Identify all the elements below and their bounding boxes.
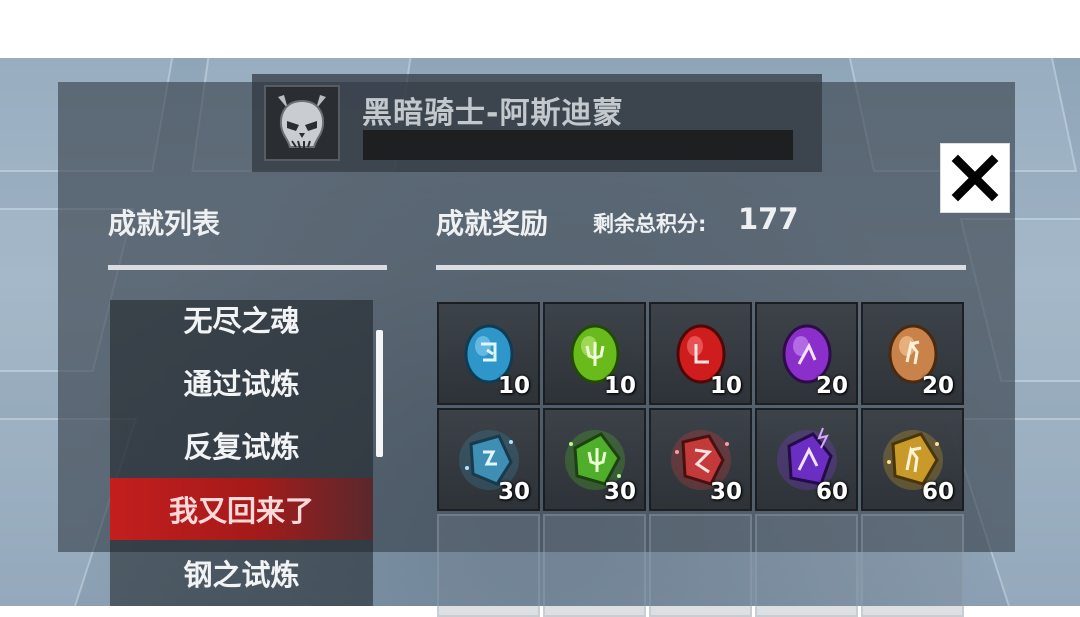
achievement-reward-title: 成就奖励 xyxy=(436,207,549,240)
close-icon xyxy=(951,154,999,202)
achievement-reward-divider xyxy=(436,265,966,270)
reward-count: 20 xyxy=(921,373,954,399)
reward-count: 60 xyxy=(815,479,848,505)
reward-slot[interactable]: 30 xyxy=(543,408,646,511)
reward-count: 20 xyxy=(815,373,848,399)
reward-slot[interactable]: 20 xyxy=(861,302,964,405)
reward-slot[interactable]: 60 xyxy=(861,408,964,511)
reward-slot-empty[interactable] xyxy=(543,514,646,617)
reward-slot-empty[interactable] xyxy=(437,514,540,617)
reward-slot[interactable]: 10 xyxy=(543,302,646,405)
reward-slot[interactable]: 30 xyxy=(437,408,540,511)
reward-slot-empty[interactable] xyxy=(649,514,752,617)
reward-count: 10 xyxy=(603,373,636,399)
achievement-list-scrollbar[interactable] xyxy=(376,330,383,457)
achievement-item-selected[interactable]: 我又回来了 xyxy=(110,478,373,540)
achievement-item[interactable]: 反复试炼 xyxy=(110,414,373,476)
demon-skull-icon xyxy=(278,95,326,149)
remaining-points-value: 177 xyxy=(738,202,799,236)
reward-slot[interactable]: 30 xyxy=(649,408,752,511)
boss-portrait xyxy=(264,85,340,161)
close-button[interactable] xyxy=(940,143,1010,213)
remaining-points-label: 剩余总积分: xyxy=(593,212,707,236)
boss-name: 黑暗骑士-阿斯迪蒙 xyxy=(362,96,624,131)
reward-slot-empty[interactable] xyxy=(755,514,858,617)
reward-slot[interactable]: 10 xyxy=(437,302,540,405)
boss-health-bar xyxy=(363,130,793,160)
reward-slot-empty[interactable] xyxy=(861,514,964,617)
reward-slot[interactable]: 20 xyxy=(755,302,858,405)
achievement-item[interactable]: 无尽之魂 xyxy=(110,300,373,350)
reward-slot[interactable]: 60 xyxy=(755,408,858,511)
achievement-list-divider xyxy=(108,265,387,270)
reward-count: 10 xyxy=(709,373,742,399)
reward-slot[interactable]: 10 xyxy=(649,302,752,405)
achievement-item[interactable]: 通过试炼 xyxy=(110,351,373,413)
achievement-list[interactable]: 无尽之魂 通过试炼 反复试炼 我又回来了 钢之试炼 xyxy=(110,300,373,606)
reward-count: 60 xyxy=(921,479,954,505)
reward-count: 30 xyxy=(497,479,530,505)
achievement-list-title: 成就列表 xyxy=(108,207,221,240)
reward-count: 30 xyxy=(603,479,636,505)
achievement-item[interactable]: 钢之试炼 xyxy=(110,542,373,604)
reward-count: 30 xyxy=(709,479,742,505)
reward-count: 10 xyxy=(497,373,530,399)
